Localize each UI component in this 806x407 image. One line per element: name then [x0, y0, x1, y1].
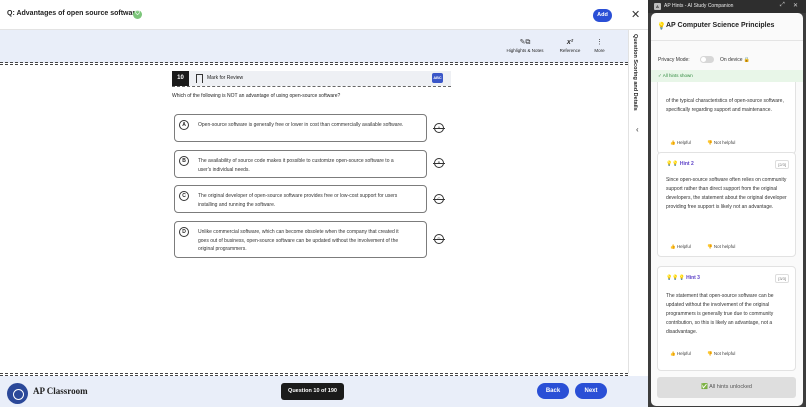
not-helpful-button[interactable]: 👎 Not helpful: [707, 351, 735, 357]
choice-text: The original developer of open-source so…: [198, 193, 398, 208]
hint-count: [2/3]: [775, 160, 789, 169]
close-icon[interactable]: ✕: [793, 2, 798, 9]
question-title: Q: Advantages of open source software: [7, 10, 139, 17]
more-label: More: [594, 48, 605, 53]
back-button[interactable]: Back: [537, 383, 569, 399]
helpful-button[interactable]: 👍 Helpful: [670, 140, 691, 146]
choice-text: The availability of source code makes it…: [198, 158, 394, 173]
privacy-mode-label: Privacy Mode:: [658, 57, 690, 63]
not-helpful-label: Not helpful: [713, 351, 736, 356]
choice-letter: C: [179, 191, 189, 201]
checkmark-icon: ✅: [701, 384, 708, 390]
question-counter-button[interactable]: Question 10 of 190: [281, 383, 344, 400]
eliminate-c-icon[interactable]: C: [433, 194, 445, 204]
bookmark-icon[interactable]: [196, 74, 203, 83]
hint-text: of the typical characteristics of open-s…: [666, 98, 784, 114]
helpful-button[interactable]: 👍 Helpful: [670, 244, 691, 250]
hint-header: 💡💡 Hint 2: [666, 161, 694, 167]
eliminate-b-icon[interactable]: B: [433, 158, 445, 168]
panel-header: 💡 AP Computer Science Principles: [651, 13, 803, 41]
hint-text: Since open-source software often relies …: [666, 177, 787, 211]
answer-choice-c[interactable]: C The original developer of open-source …: [174, 185, 427, 213]
footer-bar: AP Classroom Question 10 of 190 Back Nex…: [0, 376, 648, 407]
helpful-button[interactable]: 👍 Helpful: [670, 351, 691, 357]
divider: [172, 86, 451, 87]
brand-name: AP Classroom: [33, 386, 88, 396]
thumbs-up-icon: 👍: [670, 244, 676, 249]
on-device-label: On device 🔒: [720, 57, 751, 63]
choice-letter: B: [179, 156, 189, 166]
more-button[interactable]: ⋮ More: [591, 39, 608, 53]
chevron-left-icon[interactable]: ‹: [636, 125, 639, 134]
not-helpful-label: Not helpful: [713, 140, 736, 145]
formula-icon: x²: [566, 39, 574, 46]
answer-choice-d[interactable]: D Unlike commercial software, which can …: [174, 221, 427, 258]
hint-text: The statement that open-source software …: [666, 293, 774, 336]
not-helpful-button[interactable]: 👎 Not helpful: [707, 244, 735, 250]
reference-label: Reference: [559, 48, 581, 53]
next-button[interactable]: Next: [575, 383, 607, 399]
lightbulb-icon: 💡💡💡: [666, 275, 685, 281]
question-number: 10: [172, 71, 189, 86]
answer-choice-a[interactable]: A Open-source software is generally free…: [174, 114, 427, 142]
hints-panel: A AP Hints - AI Study Companion ⤢ ✕ 💡 AP…: [648, 0, 806, 407]
all-hints-shown-banner: ✓ All hints shown: [651, 70, 803, 82]
hints-card: 💡 AP Computer Science Principles Privacy…: [651, 13, 803, 406]
helpful-label: Helpful: [676, 140, 691, 145]
more-vertical-icon: ⋮: [596, 39, 603, 46]
hint-header: 💡💡💡 Hint 3: [666, 275, 700, 281]
answer-eliminator-toggle[interactable]: ABC: [432, 73, 443, 83]
extension-icon: A: [654, 3, 661, 10]
helpful-label: Helpful: [676, 351, 691, 356]
lightbulb-icon: 💡: [657, 23, 666, 30]
subject-title: AP Computer Science Principles: [666, 22, 775, 29]
highlighter-icon: ✎⧉: [519, 39, 531, 46]
helpful-label: Helpful: [676, 244, 691, 249]
thumbs-down-icon: 👎: [707, 244, 713, 249]
hint-card-1: of the typical characteristics of open-s…: [657, 82, 796, 154]
panel-window-title: AP Hints - AI Study Companion: [664, 3, 734, 9]
top-header: Q: Advantages of open source software ⛉ …: [0, 0, 648, 30]
scoring-details-label: Question Scoring and Details: [632, 34, 638, 111]
highlights-label: Highlights & Notes: [506, 48, 544, 53]
tools-bar: ✎⧉ Highlights & Notes x² Reference ⋮ Mor…: [0, 30, 628, 63]
lightbulb-icon: 💡💡: [666, 161, 679, 167]
highlights-notes-button[interactable]: ✎⧉ Highlights & Notes: [503, 39, 547, 53]
thumbs-up-icon: 👍: [670, 351, 676, 356]
mark-for-review[interactable]: Mark for Review: [207, 75, 243, 81]
choice-text: Open-source software is generally free o…: [198, 122, 404, 128]
question-prompt: Which of the following is NOT an advanta…: [172, 93, 341, 99]
all-hints-unlocked-button[interactable]: ✅ All hints unlocked: [657, 377, 796, 398]
answer-choice-b[interactable]: B The availability of source code makes …: [174, 150, 427, 178]
eliminate-a-icon[interactable]: A: [433, 123, 445, 133]
hint-card-3: 💡💡💡 Hint 3 [3/3] The statement that open…: [657, 266, 796, 371]
eliminate-d-icon[interactable]: D: [433, 234, 445, 244]
pin-icon[interactable]: ⤢: [780, 2, 785, 9]
reference-button[interactable]: x² Reference: [557, 39, 583, 53]
question-header: 10 Mark for Review ABC: [172, 71, 451, 86]
close-icon[interactable]: ✕: [631, 8, 640, 22]
thumbs-up-icon: 👍: [670, 140, 676, 145]
hint-count: [3/3]: [775, 274, 789, 283]
add-button[interactable]: Add: [593, 9, 612, 22]
hint-card-2: 💡💡 Hint 2 [2/3] Since open-source softwa…: [657, 152, 796, 257]
scoring-details-rail[interactable]: Question Scoring and Details ‹: [628, 30, 648, 373]
ap-logo-icon: [7, 383, 28, 404]
choice-letter: D: [179, 227, 189, 237]
privacy-mode-toggle[interactable]: [700, 56, 714, 63]
thumbs-down-icon: 👎: [707, 140, 713, 145]
divider: [0, 62, 628, 65]
not-helpful-label: Not helpful: [713, 244, 736, 249]
not-helpful-button[interactable]: 👎 Not helpful: [707, 140, 735, 146]
choice-letter: A: [179, 120, 189, 130]
choice-text: Unlike commercial software, which can be…: [198, 229, 399, 253]
hint-title: Hint 3: [686, 275, 700, 281]
all-unlocked-label: All hints unlocked: [709, 384, 752, 390]
thumbs-down-icon: 👎: [707, 351, 713, 356]
panel-titlebar: A AP Hints - AI Study Companion ⤢ ✕: [648, 0, 806, 13]
hint-title: Hint 2: [679, 161, 694, 167]
award-badge-icon: ⛉: [133, 10, 142, 19]
